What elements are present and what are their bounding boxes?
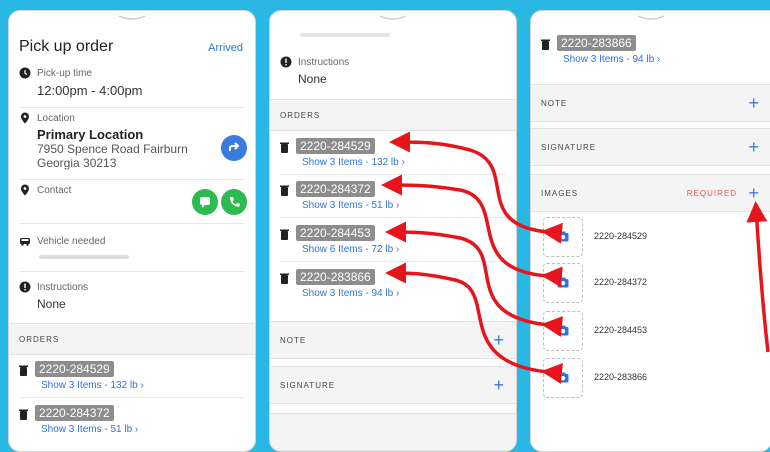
show-items-link[interactable]: Show 3 Items - 51 lb › [41, 424, 138, 435]
vehicle-icon [20, 238, 30, 246]
order-id: 2220-284529 [296, 138, 375, 154]
add-signature-button[interactable]: + [748, 137, 759, 158]
image-order-label: 2220-284453 [594, 325, 648, 335]
image-order-label: 2220-284529 [594, 231, 648, 241]
location-pin-icon [21, 112, 29, 124]
contact-label: Contact [37, 185, 72, 196]
image-order-label: 2220-284372 [594, 277, 648, 287]
signature-section-header: SIGNATURE + [270, 366, 516, 404]
pickup-time-value: 12:00pm - 4:00pm [37, 83, 143, 98]
images-section-header: IMAGES REQUIRED + [531, 174, 770, 212]
page-title: Pick up order [19, 38, 114, 55]
divider [19, 107, 245, 108]
order-id: 2220-284372 [296, 181, 375, 197]
note-header-label: NOTE [280, 336, 307, 345]
order-id: 2220-284453 [296, 225, 375, 241]
message-button[interactable] [192, 189, 218, 215]
divider [19, 223, 245, 224]
clock-icon [19, 67, 31, 79]
section-header [270, 413, 516, 451]
show-items-link[interactable]: Show 3 Items - 132 lb › [302, 157, 405, 168]
pickup-time-label: Pick-up time [37, 68, 93, 79]
trash-icon[interactable] [280, 142, 289, 153]
trash-icon[interactable] [19, 409, 28, 420]
order-id: 2220-283866 [296, 269, 375, 285]
instructions-value: None [298, 72, 327, 86]
pickup-order-panel: Pick up order Arrived Pick-up time 12:00… [8, 10, 256, 452]
show-items-link[interactable]: Show 3 Items - 94 lb › [563, 54, 660, 65]
drag-handle[interactable] [117, 15, 147, 21]
divider [280, 217, 506, 218]
signature-header-label: SIGNATURE [280, 381, 336, 390]
images-panel: 2220-283866 Show 3 Items - 94 lb › NOTE … [530, 10, 770, 452]
image-order-label: 2220-283866 [594, 372, 648, 382]
note-section-header: NOTE + [270, 321, 516, 359]
show-items-link[interactable]: Show 3 Items - 132 lb › [41, 380, 144, 391]
drag-handle[interactable] [636, 15, 666, 21]
location-label: Location [37, 113, 75, 124]
vehicle-needed-label: Vehicle needed [37, 236, 106, 247]
orders-section-header: ORDERS [9, 323, 255, 355]
trash-icon[interactable] [19, 365, 28, 376]
show-items-link[interactable]: Show 3 Items - 94 lb › [302, 288, 399, 299]
order-id: 2220-283866 [557, 35, 636, 51]
add-image-button[interactable]: + [748, 183, 759, 204]
orders-header-label: ORDERS [19, 335, 60, 344]
status-badge: Arrived [208, 42, 243, 54]
add-signature-button[interactable]: + [493, 375, 504, 396]
add-note-button[interactable]: + [493, 330, 504, 351]
required-label: REQUIRED [686, 189, 737, 198]
image-upload-slot[interactable] [543, 263, 583, 303]
info-icon [19, 281, 31, 293]
navigate-button[interactable] [221, 135, 247, 161]
directions-arrow-icon [229, 142, 240, 151]
location-name: Primary Location [37, 127, 144, 142]
location-address-line2: Georgia 30213 [37, 156, 117, 170]
trash-icon[interactable] [280, 273, 289, 284]
location-pin-icon [21, 184, 29, 196]
camera-icon [557, 372, 569, 383]
trash-icon[interactable] [280, 185, 289, 196]
orders-section-header: ORDERS [270, 99, 516, 131]
camera-icon [557, 325, 569, 336]
instructions-label: Instructions [37, 282, 89, 293]
signature-header-label: SIGNATURE [541, 143, 597, 152]
divider [280, 174, 506, 175]
add-note-button[interactable]: + [748, 93, 759, 114]
images-header-label: IMAGES [541, 189, 579, 198]
info-icon [280, 56, 292, 68]
instructions-label: Instructions [298, 57, 350, 68]
trash-icon[interactable] [541, 39, 550, 50]
vehicle-value-blurred [39, 255, 129, 259]
trash-icon[interactable] [280, 229, 289, 240]
instructions-value: None [37, 297, 66, 311]
phone-icon [230, 197, 240, 207]
image-upload-slot[interactable] [543, 358, 583, 398]
order-details-panel: Instructions None ORDERS 2220-284529 Sho… [269, 10, 517, 452]
call-button[interactable] [221, 189, 247, 215]
order-id: 2220-284372 [35, 405, 114, 421]
chat-icon [200, 197, 210, 208]
note-section-header: NOTE + [531, 84, 770, 122]
blurred-text [300, 33, 390, 37]
divider [280, 261, 506, 262]
signature-section-header: SIGNATURE + [531, 128, 770, 166]
location-address-line1: 7950 Spence Road Fairburn [37, 142, 188, 156]
divider [19, 397, 245, 398]
divider [19, 179, 245, 180]
show-items-link[interactable]: Show 6 Items - 72 lb › [302, 244, 399, 255]
image-upload-slot[interactable] [543, 311, 583, 351]
note-header-label: NOTE [541, 99, 568, 108]
image-upload-slot[interactable] [543, 217, 583, 257]
order-id: 2220-284529 [35, 361, 114, 377]
camera-icon [557, 277, 569, 288]
divider [19, 271, 245, 272]
camera-icon [557, 231, 569, 242]
orders-header-label: ORDERS [280, 111, 321, 120]
show-items-link[interactable]: Show 3 Items - 51 lb › [302, 200, 399, 211]
drag-handle[interactable] [378, 15, 408, 21]
